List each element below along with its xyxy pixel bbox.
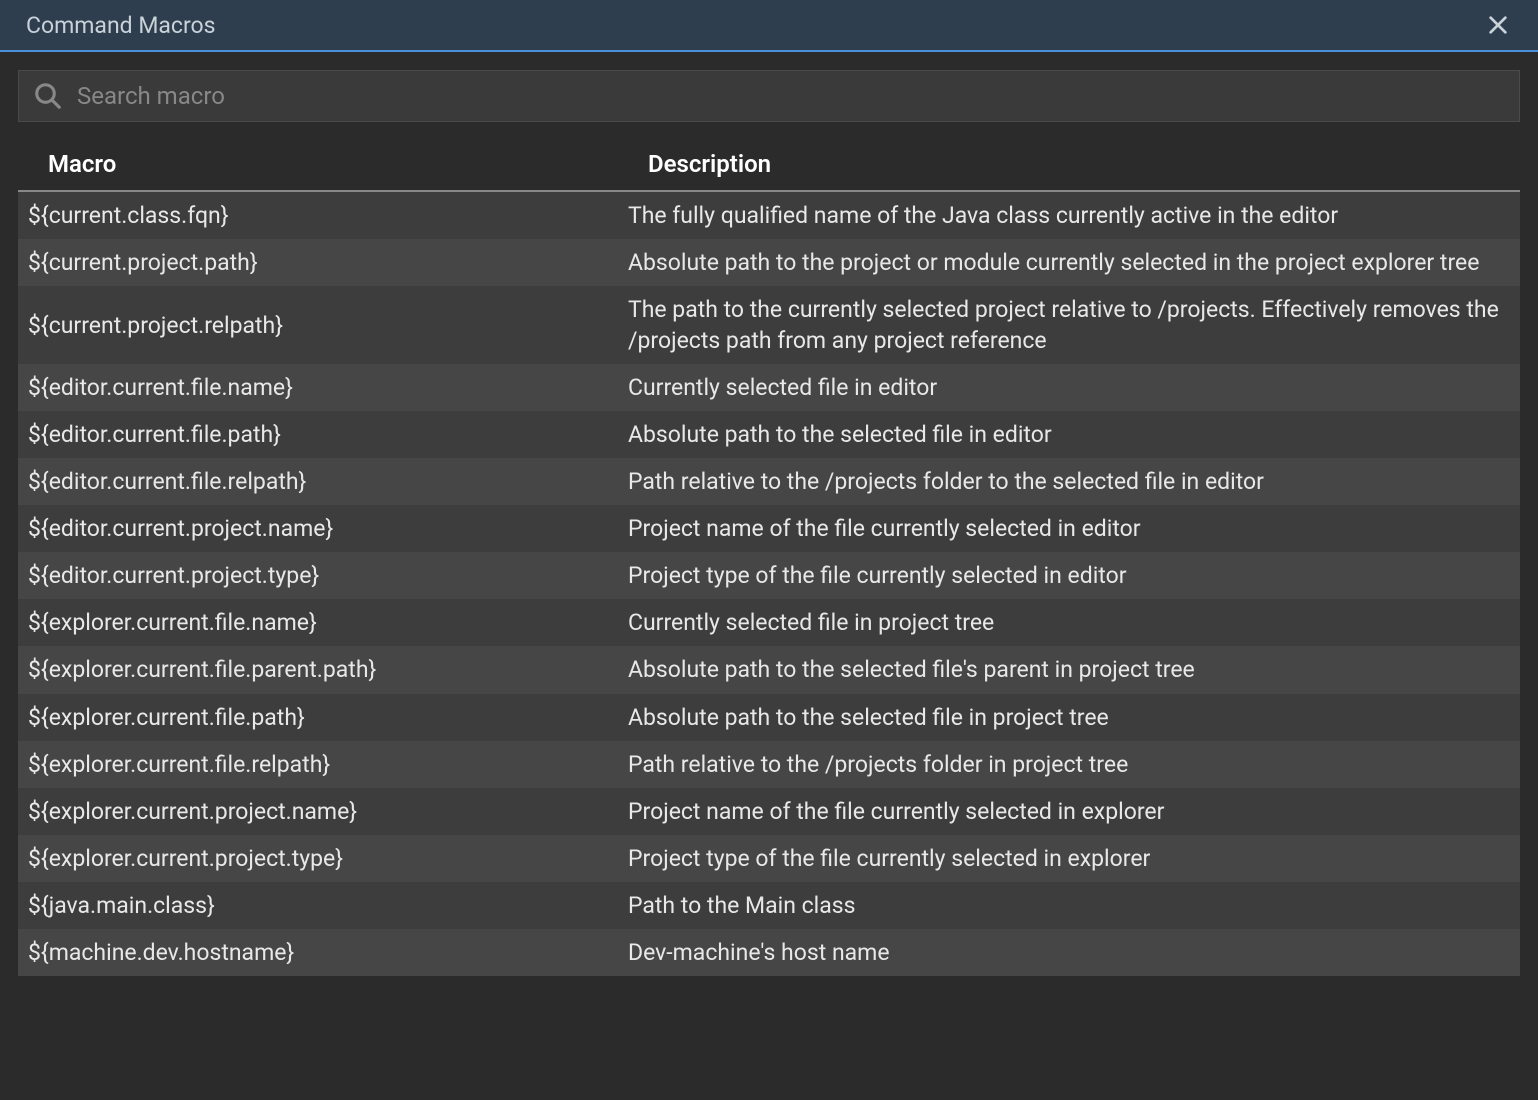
- macro-cell: ${editor.current.file.name}: [18, 364, 618, 411]
- macro-cell: ${explorer.current.file.relpath}: [18, 741, 618, 788]
- macro-cell: ${explorer.current.file.path}: [18, 694, 618, 741]
- close-icon: [1487, 14, 1509, 36]
- description-cell: Absolute path to the project or module c…: [618, 239, 1520, 286]
- table-row[interactable]: ${editor.current.file.path}Absolute path…: [18, 411, 1520, 458]
- search-icon: [33, 81, 63, 111]
- description-cell: Dev-machine's host name: [618, 929, 1520, 976]
- table-row[interactable]: ${editor.current.project.name}Project na…: [18, 505, 1520, 552]
- table-row[interactable]: ${editor.current.file.relpath}Path relat…: [18, 458, 1520, 505]
- macro-cell: ${explorer.current.project.type}: [18, 835, 618, 882]
- description-cell: The fully qualified name of the Java cla…: [618, 191, 1520, 239]
- table-row[interactable]: ${java.main.class}Path to the Main class: [18, 882, 1520, 929]
- table-row[interactable]: ${explorer.current.file.name}Currently s…: [18, 599, 1520, 646]
- macro-table: Macro Description ${current.class.fqn}Th…: [18, 140, 1520, 976]
- description-cell: Path relative to the /projects folder to…: [618, 458, 1520, 505]
- description-cell: Project type of the file currently selec…: [618, 835, 1520, 882]
- macro-cell: ${current.project.path}: [18, 239, 618, 286]
- description-cell: Absolute path to the selected file in ed…: [618, 411, 1520, 458]
- description-cell: Project name of the file currently selec…: [618, 505, 1520, 552]
- table-row[interactable]: ${explorer.current.project.name}Project …: [18, 788, 1520, 835]
- dialog-content: Macro Description ${current.class.fqn}Th…: [0, 52, 1538, 1100]
- description-cell: Path relative to the /projects folder in…: [618, 741, 1520, 788]
- macro-cell: ${explorer.current.file.parent.path}: [18, 646, 618, 693]
- table-row[interactable]: ${current.class.fqn}The fully qualified …: [18, 191, 1520, 239]
- description-cell: Absolute path to the selected file in pr…: [618, 694, 1520, 741]
- table-row[interactable]: ${explorer.current.file.relpath}Path rel…: [18, 741, 1520, 788]
- macro-cell: ${java.main.class}: [18, 882, 618, 929]
- table-row[interactable]: ${explorer.current.file.path}Absolute pa…: [18, 694, 1520, 741]
- column-header-macro[interactable]: Macro: [18, 140, 618, 191]
- dialog-titlebar: Command Macros: [0, 0, 1538, 52]
- table-row[interactable]: ${current.project.path}Absolute path to …: [18, 239, 1520, 286]
- table-row[interactable]: ${editor.current.project.type}Project ty…: [18, 552, 1520, 599]
- macro-cell: ${current.class.fqn}: [18, 191, 618, 239]
- description-cell: Project name of the file currently selec…: [618, 788, 1520, 835]
- macro-cell: ${machine.dev.hostname}: [18, 929, 618, 976]
- macro-cell: ${explorer.current.project.name}: [18, 788, 618, 835]
- table-row[interactable]: ${explorer.current.project.type}Project …: [18, 835, 1520, 882]
- macro-cell: ${editor.current.project.type}: [18, 552, 618, 599]
- close-button[interactable]: [1484, 11, 1512, 39]
- search-box[interactable]: [18, 70, 1520, 122]
- description-cell: Currently selected file in project tree: [618, 599, 1520, 646]
- macro-table-scroll[interactable]: Macro Description ${current.class.fqn}Th…: [18, 140, 1520, 1100]
- macro-cell: ${current.project.relpath}: [18, 286, 618, 364]
- table-row[interactable]: ${machine.dev.hostname}Dev-machine's hos…: [18, 929, 1520, 976]
- description-cell: Path to the Main class: [618, 882, 1520, 929]
- description-cell: Absolute path to the selected file's par…: [618, 646, 1520, 693]
- dialog-title: Command Macros: [26, 12, 1484, 39]
- table-row[interactable]: ${current.project.relpath}The path to th…: [18, 286, 1520, 364]
- description-cell: The path to the currently selected proje…: [618, 286, 1520, 364]
- macro-cell: ${editor.current.file.path}: [18, 411, 618, 458]
- description-cell: Project type of the file currently selec…: [618, 552, 1520, 599]
- macro-cell: ${editor.current.project.name}: [18, 505, 618, 552]
- macro-cell: ${editor.current.file.relpath}: [18, 458, 618, 505]
- search-input[interactable]: [77, 82, 1505, 110]
- command-macros-dialog: Command Macros Macro: [0, 0, 1538, 1100]
- column-header-description[interactable]: Description: [618, 140, 1520, 191]
- table-row[interactable]: ${editor.current.file.name}Currently sel…: [18, 364, 1520, 411]
- macro-cell: ${explorer.current.file.name}: [18, 599, 618, 646]
- table-row[interactable]: ${explorer.current.file.parent.path}Abso…: [18, 646, 1520, 693]
- description-cell: Currently selected file in editor: [618, 364, 1520, 411]
